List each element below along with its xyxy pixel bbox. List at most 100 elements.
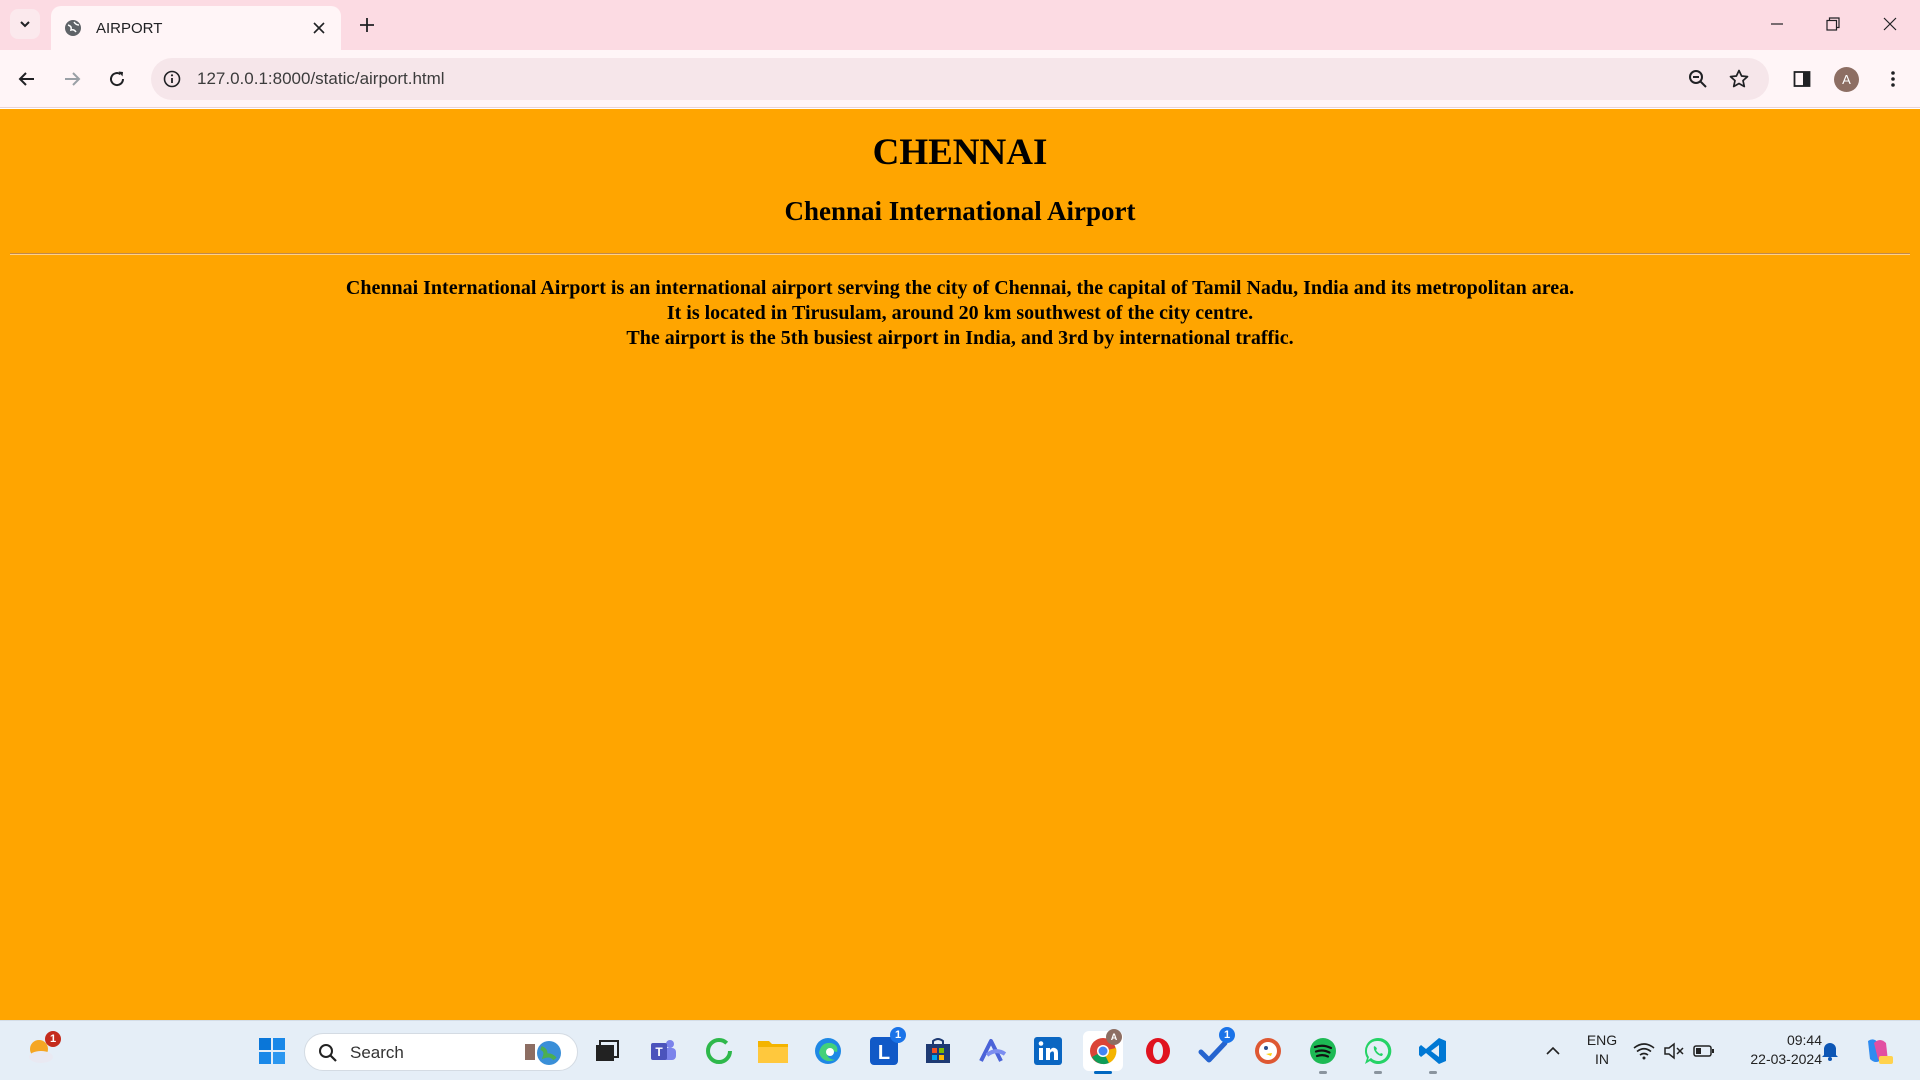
notifications-button[interactable] (1815, 1031, 1845, 1071)
tab-title: AIRPORT (96, 19, 163, 37)
close-window-button[interactable] (1868, 8, 1912, 40)
language-region: IN (1595, 1051, 1609, 1067)
taskbar-search-box[interactable]: Search (304, 1033, 578, 1071)
active-indicator (1094, 1071, 1112, 1074)
bell-icon (1822, 1043, 1838, 1061)
svg-text:L: L (878, 1042, 890, 1064)
task-view-button[interactable] (587, 1031, 627, 1071)
description-line-2: It is located in Tirusulam, around 20 km… (666, 302, 1254, 324)
store-app[interactable] (918, 1031, 958, 1071)
opera-icon (1146, 1038, 1170, 1064)
chrome-profile-badge: A (1106, 1029, 1122, 1045)
language-indicator[interactable]: ENG IN (1582, 1031, 1622, 1069)
reload-button[interactable] (101, 63, 133, 95)
page-subtitle: Chennai International Airport (784, 196, 1136, 226)
tab-search-button[interactable] (10, 9, 40, 39)
minimize-button[interactable] (1755, 8, 1799, 40)
new-tab-button[interactable] (352, 10, 382, 40)
running-indicator (1374, 1071, 1382, 1074)
chevron-up-icon (1546, 1046, 1560, 1055)
taskbar: 1 Search T L 1 A 1 ENG IN 09:44 22-03-20… (0, 1020, 1920, 1080)
tab-airport[interactable]: AIRPORT (51, 6, 341, 50)
edge-icon (815, 1038, 841, 1064)
close-icon (1883, 17, 1897, 31)
clock[interactable]: 09:44 22-03-2024 (1732, 1031, 1822, 1069)
running-indicator (1429, 1071, 1437, 1074)
address-bar[interactable]: 127.0.0.1:8000/static/airport.html (151, 58, 1769, 100)
refresh-app-icon (706, 1038, 732, 1064)
vscode-app[interactable] (1413, 1031, 1453, 1074)
browser-toolbar: 127.0.0.1:8000/static/airport.html A (0, 50, 1920, 108)
l-app-badge: 1 (890, 1027, 906, 1043)
minimize-icon (1771, 23, 1783, 25)
wifi-icon (1633, 1043, 1655, 1060)
description-line-3: The airport is the 5th busiest airport i… (626, 327, 1294, 349)
site-info-icon[interactable] (161, 68, 183, 90)
whatsapp-icon (1364, 1037, 1392, 1064)
todo-badge: 1 (1219, 1027, 1235, 1043)
menu-button[interactable] (1877, 63, 1909, 95)
refresh-app[interactable] (699, 1031, 739, 1071)
duckduckgo-app[interactable] (1248, 1031, 1288, 1071)
chevron-down-icon (20, 21, 30, 28)
divider (10, 253, 1910, 255)
page-title: CHENNAI (872, 132, 1048, 173)
arrow-right-icon (65, 72, 81, 86)
weather-widget[interactable]: 1 (21, 1031, 61, 1071)
start-icon (259, 1038, 285, 1064)
opera-app[interactable] (1138, 1031, 1178, 1071)
chrome-app[interactable]: A (1083, 1029, 1123, 1074)
spotify-app[interactable] (1303, 1031, 1343, 1074)
running-indicator (1319, 1071, 1327, 1074)
arrow-left-icon (18, 72, 34, 86)
linkedin-app[interactable] (1028, 1031, 1068, 1071)
zoom-icon[interactable] (1686, 67, 1710, 91)
side-panel-button[interactable] (1786, 63, 1818, 95)
speaker-muted-icon (1664, 1042, 1684, 1060)
copilot-icon (1868, 1039, 1893, 1064)
description-paragraph: Chennai International Airport is an inte… (0, 276, 1920, 351)
search-icon (319, 1044, 337, 1062)
show-hidden-icons-button[interactable] (1533, 1031, 1573, 1071)
duckduckgo-icon (1255, 1038, 1281, 1064)
teams-icon: T (651, 1040, 676, 1060)
vscode-icon (1419, 1038, 1446, 1064)
page-content: CHENNAI Chennai International Airport Ch… (0, 109, 1920, 1020)
globe-icon (64, 19, 82, 37)
search-placeholder: Search (350, 1043, 404, 1062)
file-explorer-app[interactable] (753, 1031, 793, 1071)
task-view-icon (596, 1040, 619, 1061)
svg-text:T: T (655, 1045, 663, 1059)
todo-app[interactable]: 1 (1193, 1027, 1235, 1071)
edge-app[interactable] (808, 1031, 848, 1071)
quick-settings-button[interactable] (1629, 1031, 1719, 1071)
copilot-button[interactable] (1858, 1031, 1898, 1071)
restore-icon (1826, 17, 1840, 31)
forward-button[interactable] (56, 63, 88, 95)
language-code: ENG (1586, 1032, 1618, 1048)
close-tab-icon[interactable] (307, 16, 331, 40)
teams-app[interactable]: T (643, 1031, 683, 1071)
start-button[interactable] (252, 1031, 292, 1071)
clock-date: 22-03-2024 (1750, 1051, 1822, 1067)
file-explorer-icon (758, 1041, 788, 1063)
plus-icon (360, 18, 374, 32)
tab-strip: AIRPORT (0, 0, 1920, 50)
spotify-icon (1310, 1038, 1336, 1064)
description-line-1: Chennai International Airport is an inte… (345, 277, 1575, 299)
arc-app[interactable] (973, 1031, 1013, 1071)
whatsapp-app[interactable] (1358, 1031, 1398, 1074)
reload-icon (110, 71, 125, 87)
url-text[interactable]: 127.0.0.1:8000/static/airport.html (197, 69, 445, 89)
arc-icon (979, 1039, 1007, 1062)
back-button[interactable] (11, 63, 43, 95)
clock-time: 09:44 (1786, 1032, 1822, 1048)
linkedin-icon (1034, 1037, 1062, 1065)
bookmark-star-icon[interactable] (1727, 67, 1751, 91)
l-app[interactable]: L 1 (864, 1027, 906, 1071)
more-vertical-icon (1891, 71, 1895, 87)
store-icon (926, 1038, 950, 1063)
profile-avatar[interactable]: A (1834, 67, 1859, 92)
restore-button[interactable] (1811, 8, 1855, 40)
search-highlight-globe-icon (525, 1041, 561, 1065)
